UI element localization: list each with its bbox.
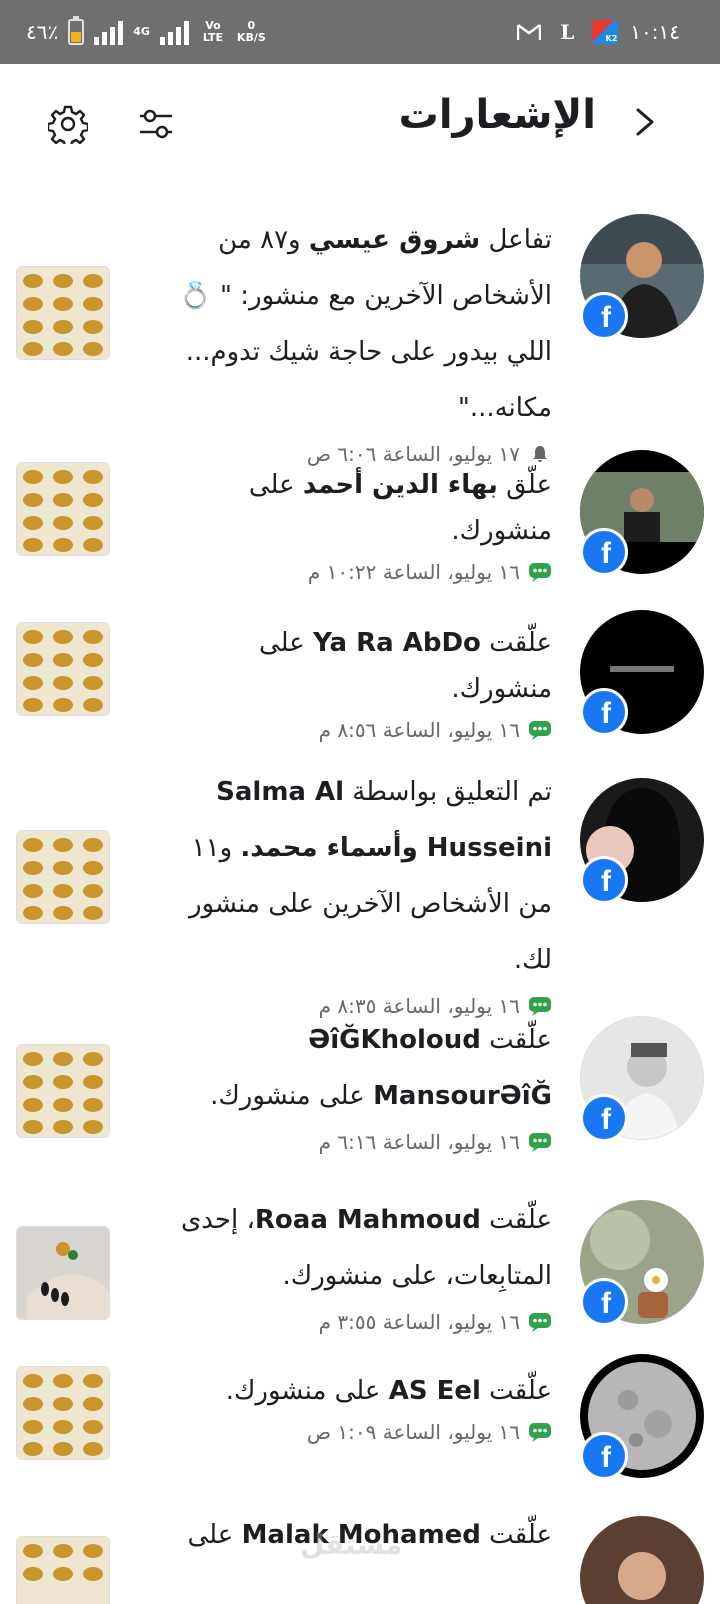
news-app-icon: K2 bbox=[592, 20, 619, 44]
avatar[interactable]: f bbox=[580, 778, 704, 904]
notification-item[interactable]: f علّقت Ya Ra AbDo على منشورك. ١٦ يوليو،… bbox=[0, 610, 720, 742]
gmail-icon bbox=[516, 21, 542, 43]
post-thumbnail[interactable] bbox=[16, 830, 110, 924]
sliders-icon bbox=[140, 109, 172, 139]
actor-name[interactable]: AS Eel bbox=[389, 1376, 481, 1406]
facebook-icon: f bbox=[580, 1432, 628, 1480]
notification-item[interactable]: f علّقت ƏîĞKholoud MansourƏîĞ على منشورك… bbox=[0, 1010, 720, 1170]
post-thumbnail[interactable] bbox=[16, 622, 110, 716]
back-button[interactable] bbox=[626, 102, 662, 142]
comment-icon bbox=[528, 1422, 552, 1442]
avatar[interactable]: f bbox=[580, 1200, 704, 1326]
clock: ١٠:١٤ bbox=[630, 20, 680, 44]
app-header: الإشعارات bbox=[0, 64, 720, 182]
notification-text: علّق بهاء الدين أحمد على منشورك. bbox=[248, 470, 552, 546]
battery-percent: ٤٦٪ bbox=[26, 20, 59, 44]
battery-icon bbox=[68, 16, 85, 45]
comment-icon bbox=[528, 720, 552, 740]
facebook-icon: f bbox=[580, 292, 628, 340]
post-thumbnail[interactable] bbox=[16, 266, 110, 360]
notification-time: ١٦ يوليو، الساعة ١٠:٢٢ م bbox=[307, 560, 520, 584]
notification-meta: ١٦ يوليو، الساعة ٣:٥٥ م bbox=[152, 1306, 552, 1338]
facebook-icon: f bbox=[580, 528, 628, 576]
watermark: مستقل bbox=[300, 1528, 403, 1561]
volte-indicator: Vo LTE bbox=[202, 19, 224, 44]
notification-text: تم التعليق بواسطة Salma Al Husseini وأسم… bbox=[189, 777, 552, 975]
post-thumbnail[interactable] bbox=[16, 1044, 110, 1138]
notification-meta: ١٦ يوليو، الساعة ١٠:٢٢ م bbox=[152, 556, 552, 588]
post-thumbnail[interactable] bbox=[16, 462, 110, 556]
facebook-icon: f bbox=[580, 1094, 628, 1142]
actor-name[interactable]: Roaa Mahmoud bbox=[255, 1205, 481, 1235]
actor-name[interactable]: شروق عيسي bbox=[309, 225, 480, 255]
page-title: الإشعارات bbox=[398, 92, 596, 138]
comment-icon bbox=[528, 562, 552, 582]
notification-time: ١٦ يوليو، الساعة ٨:٥٦ م bbox=[318, 718, 520, 742]
comment-icon bbox=[528, 1312, 552, 1332]
data-speed: 0 KB/S bbox=[236, 19, 266, 44]
notification-text: علّقت ƏîĞKholoud MansourƏîĞ على منشورك. bbox=[210, 1025, 552, 1111]
avatar[interactable]: f bbox=[580, 1354, 704, 1480]
signal-bars-icon bbox=[94, 19, 124, 45]
gear-icon bbox=[46, 105, 90, 149]
avatar[interactable] bbox=[580, 1516, 704, 1604]
notification-text: علّقت Ya Ra AbDo على منشورك. bbox=[259, 628, 552, 704]
notification-time: ١٦ يوليو، الساعة ٣:٥٥ م bbox=[318, 1310, 520, 1334]
actor-name[interactable]: Ya Ra AbDo bbox=[313, 628, 481, 658]
notification-meta: ١٦ يوليو، الساعة ٦:١٦ م bbox=[152, 1126, 552, 1158]
avatar[interactable]: f bbox=[580, 610, 704, 736]
l-app-icon: L bbox=[560, 20, 575, 44]
post-thumbnail[interactable] bbox=[16, 1226, 110, 1320]
notification-meta: ١٦ يوليو، الساعة ٨:٥٦ م bbox=[152, 714, 552, 746]
notification-item[interactable]: f علّق بهاء الدين أحمد على منشورك. ١٦ يو… bbox=[0, 450, 720, 584]
notification-time: ١٦ يوليو، الساعة ٦:١٦ م bbox=[318, 1130, 520, 1154]
notification-meta: ١٦ يوليو، الساعة ١:٠٩ ص bbox=[152, 1416, 552, 1448]
status-bar-right: L K2 ١٠:١٤ bbox=[516, 14, 680, 50]
post-thumbnail[interactable] bbox=[16, 1366, 110, 1460]
network-type: 4G bbox=[133, 25, 150, 38]
facebook-icon: f bbox=[580, 688, 628, 736]
avatar[interactable]: f bbox=[580, 1016, 704, 1142]
avatar[interactable]: f bbox=[580, 214, 704, 340]
notification-time: ١٦ يوليو، الساعة ١:٠٩ ص bbox=[306, 1420, 520, 1444]
notification-text: علّقت AS Eel على منشورك. bbox=[225, 1376, 552, 1406]
facebook-icon: f bbox=[580, 1278, 628, 1326]
notification-item[interactable]: f علّقت AS Eel على منشورك. ١٦ يوليو، الس… bbox=[0, 1354, 720, 1484]
settings-button[interactable] bbox=[46, 104, 90, 149]
signal-bars-icon-2 bbox=[159, 19, 189, 45]
facebook-icon: f bbox=[580, 856, 628, 904]
notification-item[interactable]: f تفاعل شروق عيسي و٨٧ من الأشخاص الآخرين… bbox=[0, 212, 720, 466]
notification-text: علّقت Roaa Mahmoud، إحدى المتابِعات، على… bbox=[180, 1205, 552, 1291]
actor-name-2[interactable]: وأسماء محمد. bbox=[240, 833, 426, 863]
notification-item[interactable]: f تم التعليق بواسطة Salma Al Husseini وأ… bbox=[0, 772, 720, 1018]
status-bar-left: ٤٦٪ 4G Vo LTE 0 KB/S bbox=[26, 14, 266, 50]
chevron-right-icon bbox=[636, 108, 654, 136]
avatar[interactable]: f bbox=[580, 450, 704, 576]
post-thumbnail[interactable] bbox=[16, 1536, 110, 1604]
notification-text: تفاعل شروق عيسي و٨٧ من الأشخاص الآخرين م… bbox=[179, 225, 552, 423]
actor-name[interactable]: بهاء الدين أحمد bbox=[303, 470, 498, 500]
status-bar: ٤٦٪ 4G Vo LTE 0 KB/S L K2 ١٠:١٤ bbox=[0, 0, 720, 64]
filter-button[interactable] bbox=[136, 104, 176, 144]
notification-item[interactable]: f علّقت Roaa Mahmoud، إحدى المتابِعات، ع… bbox=[0, 1192, 720, 1352]
comment-icon bbox=[528, 1132, 552, 1152]
